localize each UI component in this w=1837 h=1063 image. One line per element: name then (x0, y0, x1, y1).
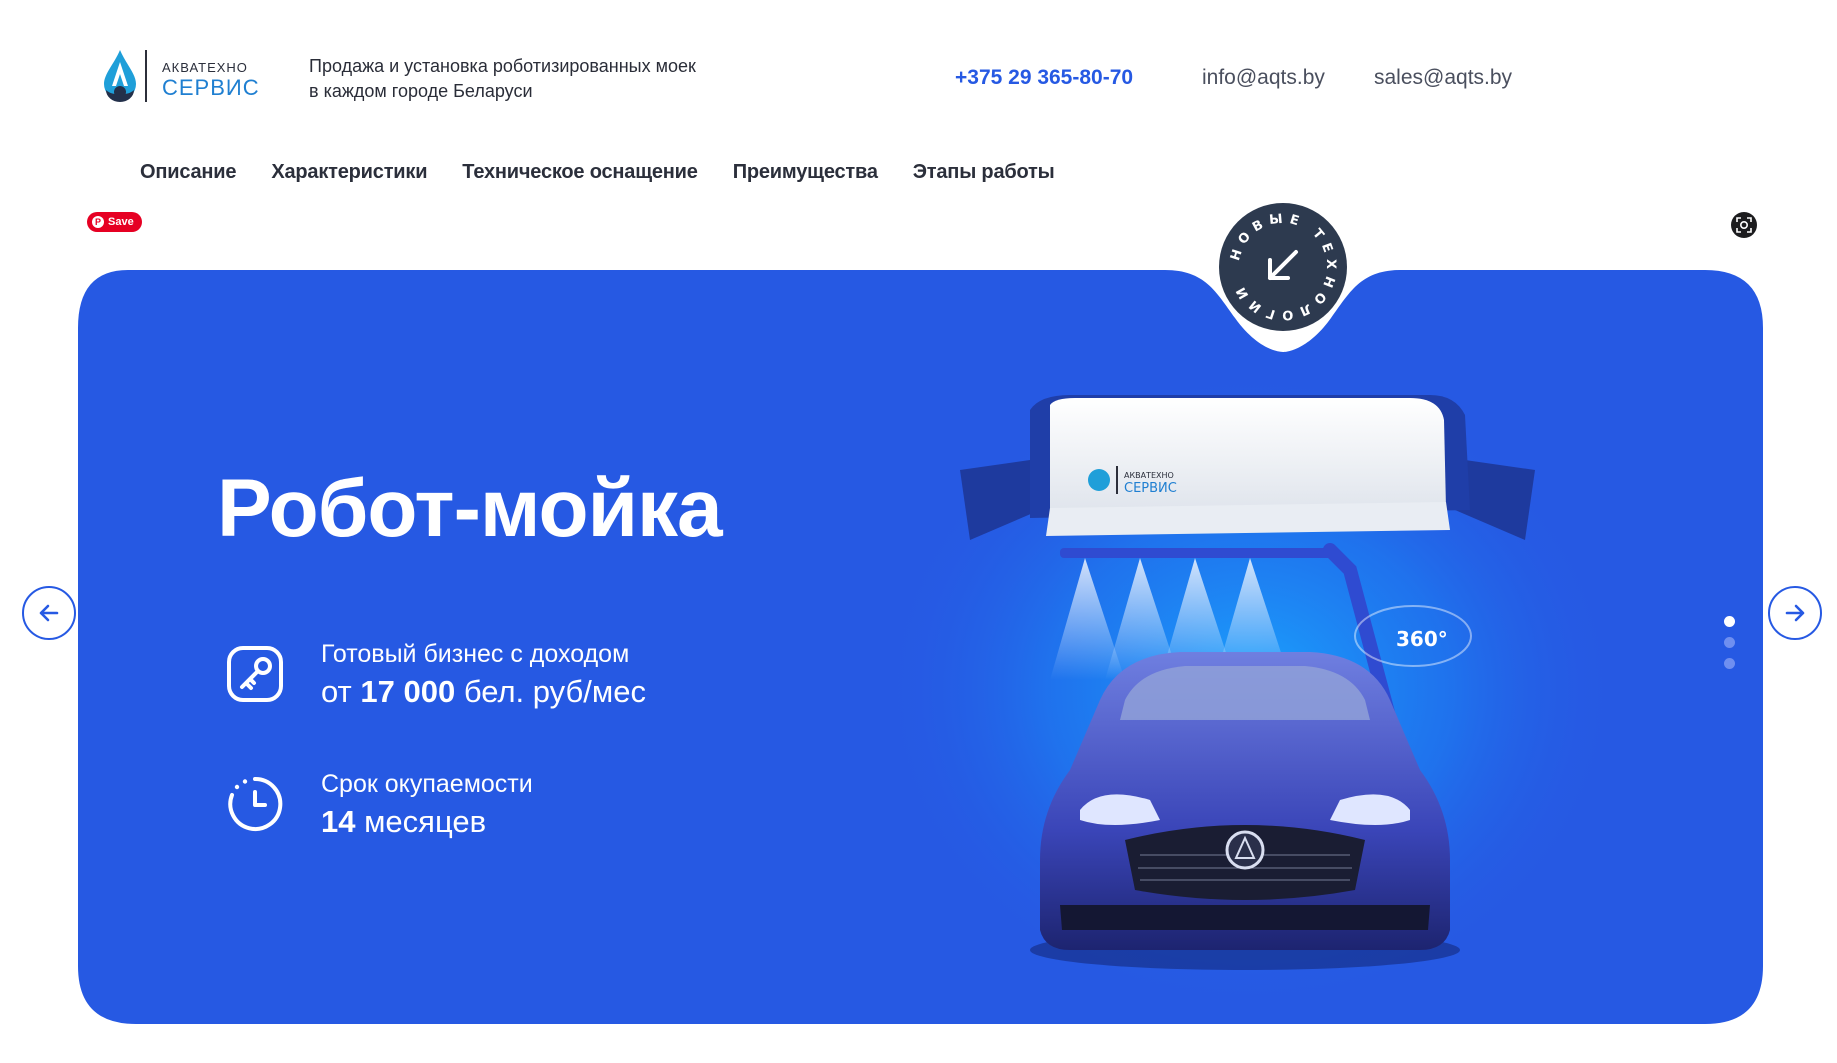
feature-payback-value: 14 (321, 804, 356, 839)
brand-logo[interactable]: АКВАТЕХНО СЕРВИС (100, 48, 260, 104)
feature-payback-value-line: 14 месяцев (321, 802, 533, 842)
feature-income-prefix: от (321, 674, 352, 709)
rotation-360-label: 360° (1396, 627, 1448, 651)
tagline-line-1: Продажа и установка роботизированных мое… (309, 56, 696, 76)
nav-item-description[interactable]: Описание (140, 161, 237, 184)
tagline-line-2: в каждом городе Беларуси (309, 81, 533, 101)
nav-item-characteristics[interactable]: Характеристики (271, 161, 427, 184)
slider-dot-2[interactable] (1724, 637, 1735, 648)
pinterest-save-label: Save (108, 216, 134, 228)
lens-icon (1736, 217, 1752, 233)
nav-item-work-stages[interactable]: Этапы работы (913, 161, 1055, 184)
clock-icon (228, 776, 283, 831)
robot-logo-top: АКВАТЕХНО (1124, 471, 1174, 480)
header-tagline: Продажа и установка роботизированных мое… (309, 54, 696, 104)
pinterest-save-button[interactable]: P Save (87, 212, 142, 232)
main-nav: Описание Характеристики Техническое осна… (140, 161, 1090, 184)
logo-text-top: АКВАТЕХНО (162, 60, 248, 75)
arrow-left-icon (39, 604, 59, 622)
feature-income-label: Готовый бизнес с доходом (321, 640, 630, 668)
new-technologies-badge[interactable]: НОВЫЕ ТЕХНОЛОГИИ (1218, 202, 1348, 332)
logo-divider (145, 50, 147, 102)
key-icon (227, 646, 283, 702)
water-drop-logo-icon (104, 50, 136, 102)
robot-logo-bottom: СЕРВИС (1124, 481, 1177, 496)
logo-text-bottom: СЕРВИС (162, 75, 260, 100)
slider-dot-1[interactable] (1724, 616, 1735, 627)
hero-title: Робот-мойка (217, 463, 723, 554)
slider-dot-3[interactable] (1724, 658, 1735, 669)
feature-income-value: 17 000 (360, 674, 456, 709)
nav-item-advantages[interactable]: Преимущества (733, 161, 878, 184)
arrow-right-icon (1785, 604, 1805, 622)
feature-income-suffix: бел. руб/мес (463, 674, 646, 709)
sales-email-link[interactable]: sales@aqts.by (1374, 66, 1512, 90)
nav-item-equipment[interactable]: Техническое оснащение (462, 161, 698, 184)
feature-payback-label: Срок окупаемости (321, 770, 533, 798)
feature-income-value-line: от 17 000 бел. руб/мес (321, 672, 646, 712)
slider-prev-button[interactable] (22, 586, 76, 640)
phone-link[interactable]: +375 29 365-80-70 (955, 66, 1133, 90)
info-email-link[interactable]: info@aqts.by (1202, 66, 1325, 90)
page: АКВАТЕХНО СЕРВИС Продажа и установка роб… (0, 0, 1837, 1063)
feature-payback-suffix: месяцев (364, 804, 487, 839)
slider-next-button[interactable] (1768, 586, 1822, 640)
pinterest-icon: P (92, 216, 104, 228)
robot-car-wash-image: АКВАТЕХНО СЕРВИС 360° (960, 395, 1535, 970)
visual-search-button[interactable] (1731, 212, 1757, 238)
slider-pagination (1724, 616, 1735, 679)
